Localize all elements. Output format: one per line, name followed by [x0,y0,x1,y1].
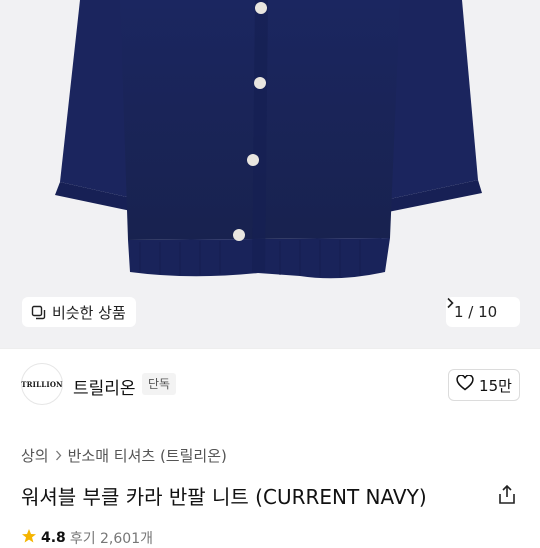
image-counter[interactable]: 1 / 10 [446,297,520,327]
rating-row[interactable]: 4.8 후기 2,601개 [21,528,153,548]
similar-items-icon [31,305,46,320]
product-image-area[interactable]: 비슷한 상품 1 / 10 [0,0,540,348]
brand-logo-text: TRILLION [21,379,63,389]
button-2 [254,77,266,89]
rating-score: 4.8 [41,530,66,546]
button-3 [247,154,259,166]
similar-items-label: 비슷한 상품 [52,303,126,322]
breadcrumb: 상의 반소매 티셔츠 (트릴리온) [21,445,227,466]
chevron-right-icon [55,447,62,465]
breadcrumb-category[interactable]: 상의 [21,445,49,466]
breadcrumb-subcategory[interactable]: 반소매 티셔츠 (트릴리온) [68,445,227,466]
image-counter-text: 1 / 10 [454,303,498,321]
like-count: 15만 [479,376,512,395]
button-4 [233,229,245,241]
product-title: 워셔블 부클 카라 반팔 니트 (CURRENT NAVY) [21,485,427,509]
like-button[interactable]: 15만 [448,369,520,401]
star-icon [21,528,37,548]
exclusive-badge: 단독 [142,373,177,395]
brand-row: TRILLION 트릴리온 단독 15만 [0,348,540,423]
similar-items-button[interactable]: 비슷한 상품 [22,297,136,327]
brand-logo[interactable]: TRILLION [21,363,63,405]
brand-name[interactable]: 트릴리온 [73,374,136,399]
share-icon[interactable] [496,484,518,506]
button-1 [255,2,267,14]
product-image [55,0,482,279]
heart-icon [456,374,474,395]
review-count: 후기 2,601개 [69,531,153,547]
